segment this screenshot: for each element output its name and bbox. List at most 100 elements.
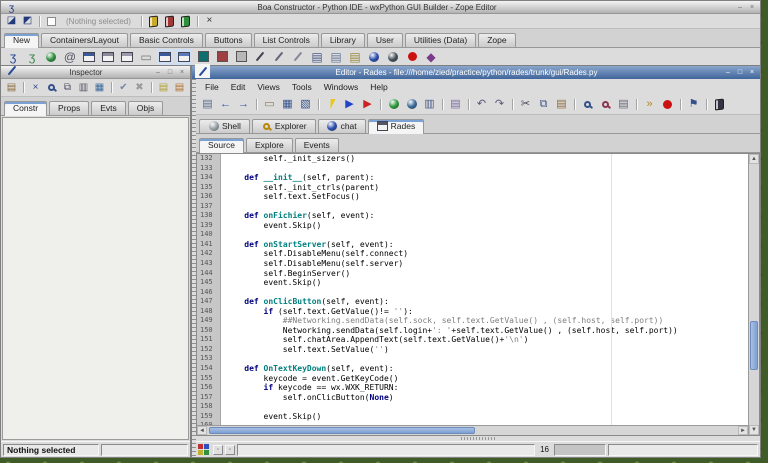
inspector-tab-evts[interactable]: Evts	[91, 101, 126, 115]
print-icon[interactable]: ▤	[615, 95, 632, 113]
horizontal-scrollbar[interactable]: ◄ ►	[197, 425, 748, 435]
menu-tools[interactable]: Tools	[287, 81, 317, 93]
teal-module-icon[interactable]	[195, 49, 211, 65]
help-book-yellow-icon[interactable]	[146, 14, 161, 28]
scroll-down-arrow[interactable]: ▼	[749, 425, 759, 435]
minimize-button[interactable]: –	[723, 68, 733, 77]
wx-mdi-child-frame-icon[interactable]	[176, 48, 192, 65]
green-globe-icon[interactable]	[43, 49, 59, 65]
open-module-icon[interactable]: ▤	[199, 95, 216, 113]
at-symbol-icon[interactable]: @	[62, 49, 78, 65]
help-book-icon[interactable]	[711, 95, 728, 113]
cut-icon[interactable]: ✂	[517, 95, 534, 113]
scroll-up-arrow[interactable]: ▲	[749, 154, 759, 164]
vertical-scrollbar[interactable]: ▲ ▼	[748, 154, 759, 435]
find-icon[interactable]	[579, 95, 596, 113]
check-source-icon[interactable]	[385, 95, 402, 113]
inspector-tab-props[interactable]: Props	[49, 101, 90, 115]
close-button[interactable]: ×	[747, 68, 757, 77]
todo-icon[interactable]: ▤	[447, 95, 464, 113]
source-code-view[interactable]: 132 self._init_sizers() 133 134 def __init…	[197, 154, 748, 425]
menu-edit[interactable]: Edit	[226, 81, 251, 93]
find-again-icon[interactable]	[597, 95, 614, 113]
scroll-right-arrow[interactable]: ►	[738, 426, 748, 435]
close-button[interactable]: ×	[177, 68, 187, 77]
scroll-left-arrow[interactable]: ◄	[197, 426, 207, 435]
profile-icon[interactable]	[403, 95, 420, 113]
editor-view-tab-events[interactable]: Events	[294, 138, 339, 152]
palette-tab-library[interactable]: Library	[320, 33, 365, 47]
close-view-icon[interactable]: ×	[202, 14, 217, 28]
palette-tab-basic-controls[interactable]: Basic Controls	[130, 33, 203, 47]
breakpoint-icon[interactable]	[659, 95, 676, 113]
post-on-close-checkbox[interactable]	[44, 14, 59, 28]
close-button[interactable]: ×	[747, 3, 757, 12]
status-toggle-button-1[interactable]: ▫	[213, 444, 223, 455]
save-as-icon[interactable]: ▧	[297, 95, 314, 113]
gray-module-icon[interactable]	[233, 49, 249, 65]
wx-panel-icon[interactable]: ▭	[138, 49, 154, 65]
copy-icon[interactable]: ⧉	[535, 95, 552, 113]
wx-mdi-parent-frame-icon[interactable]	[157, 48, 173, 65]
blue-globe-doc-icon[interactable]	[366, 49, 382, 65]
run-module-icon[interactable]: ▶	[341, 95, 358, 113]
open-icon[interactable]: ▭	[261, 95, 278, 113]
minimize-button[interactable]: –	[735, 3, 745, 12]
maximize-button[interactable]: □	[165, 68, 175, 77]
status-toggle-button-2[interactable]: ▫	[225, 444, 235, 455]
main-titlebar[interactable]: ʒ Boa Constructor - Python IDE - wxPytho…	[1, 1, 760, 14]
editor-view-tab-source[interactable]: Source	[199, 138, 244, 153]
editor-titlebar[interactable]: Editor - Rades - file:///home/zied/pract…	[192, 64, 760, 79]
cancel-changes-icon[interactable]: ✖	[132, 81, 147, 95]
horizontal-scroll-thumb[interactable]	[209, 427, 475, 434]
add-page-icon[interactable]: ▤	[156, 81, 171, 95]
text-document-icon-2[interactable]: ▤	[328, 49, 344, 65]
palette-tab-new[interactable]: New	[4, 33, 40, 48]
menu-windows[interactable]: Windows	[319, 81, 363, 93]
run-application-icon[interactable]	[323, 95, 340, 113]
cyclops-report-icon[interactable]: ▥	[421, 95, 438, 113]
dark-globe-doc-icon[interactable]	[385, 49, 401, 65]
wx-mini-frame-icon[interactable]	[119, 49, 135, 65]
palette-tab-containers-layout[interactable]: Containers/Layout	[41, 33, 129, 47]
stylus-tool-icon-1[interactable]	[252, 49, 268, 65]
red-dot-icon[interactable]	[404, 49, 420, 65]
editor-view-tab-explore[interactable]: Explore	[245, 138, 293, 152]
stylus-tool-icon-2[interactable]	[271, 49, 287, 65]
editor-tab-rades[interactable]: Rades	[367, 119, 425, 134]
vertical-scroll-thumb[interactable]	[750, 320, 758, 371]
redo-icon[interactable]: ↷	[491, 95, 508, 113]
maximize-button[interactable]: □	[735, 68, 745, 77]
paste-item-icon[interactable]: ▥	[76, 81, 91, 95]
menu-help[interactable]: Help	[365, 81, 392, 93]
editor-tab-shell[interactable]: Shell	[199, 119, 250, 133]
copy-item-icon[interactable]: ⧉	[60, 81, 75, 95]
palette-tab-buttons[interactable]: Buttons	[204, 33, 252, 47]
text-document-icon-3[interactable]: ▤	[347, 49, 363, 65]
editor-tab-explorer[interactable]: Explorer	[251, 119, 316, 133]
inspector-titlebar[interactable]: Inspector – □ ×	[1, 65, 190, 79]
help-book-red-icon[interactable]	[162, 14, 177, 28]
inspector-tab-objs[interactable]: Objs	[127, 101, 164, 115]
undo-icon[interactable]: ↶	[473, 95, 490, 113]
wx-frame-icon[interactable]	[81, 49, 97, 65]
flags-icon[interactable]: ⚑	[685, 95, 702, 113]
help-book-green-icon[interactable]	[178, 14, 193, 28]
debug-icon[interactable]: ▶	[359, 95, 376, 113]
stylus-tool-icon-3[interactable]	[290, 49, 306, 65]
green-snake-icon[interactable]: ʒ	[24, 49, 40, 65]
red-module-icon[interactable]	[214, 49, 230, 65]
find-item-icon[interactable]	[44, 81, 59, 95]
save-icon[interactable]: ▦	[279, 95, 296, 113]
delete-item-icon[interactable]: ×	[28, 81, 43, 95]
history-forward-icon[interactable]: →	[235, 95, 252, 113]
horizontal-scroll-track[interactable]	[207, 426, 738, 435]
inspector-tab-constr[interactable]: Constr	[4, 101, 48, 116]
remove-page-icon[interactable]: ▤	[172, 81, 187, 95]
minimize-button[interactable]: –	[153, 68, 163, 77]
paste-style-icon[interactable]: ▤	[4, 81, 19, 95]
editor-tab-chat[interactable]: chat	[317, 119, 366, 133]
goto-line-icon[interactable]: »	[641, 95, 658, 113]
menu-file[interactable]: File	[200, 81, 224, 93]
palette-tab-user[interactable]: User	[366, 33, 403, 47]
